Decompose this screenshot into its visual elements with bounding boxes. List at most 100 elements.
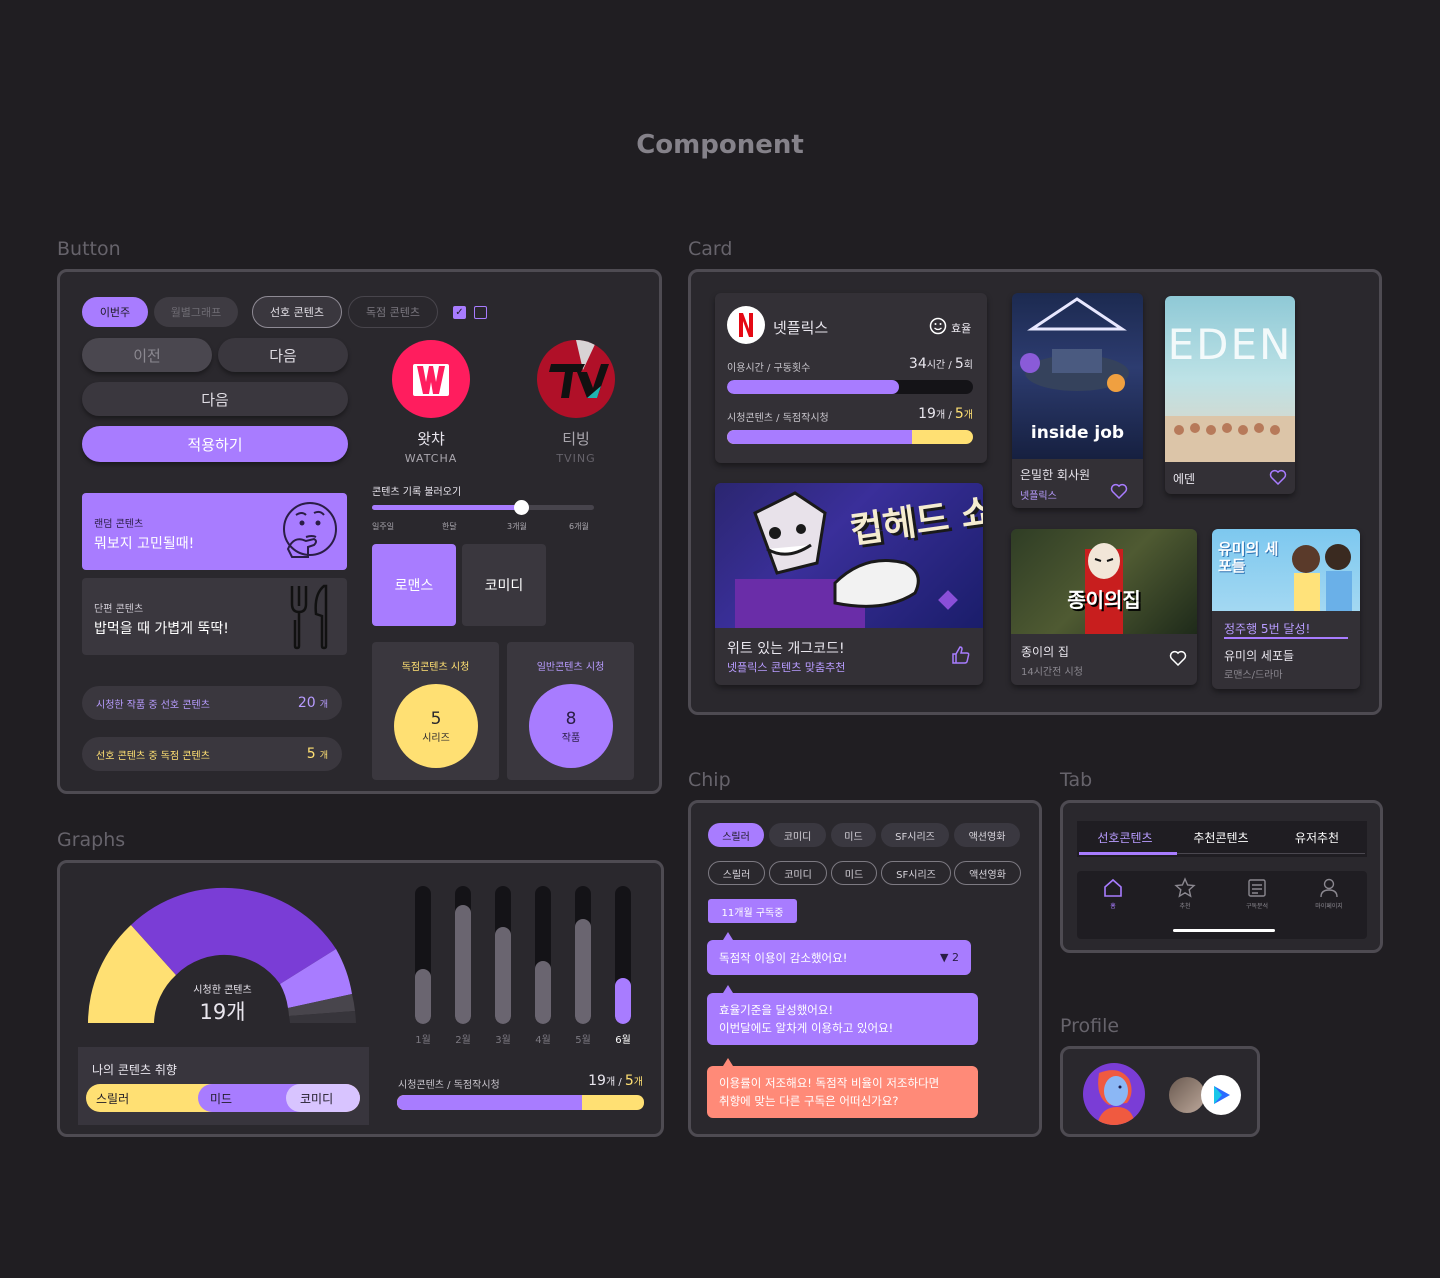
watch-count-unit: 개 / <box>935 410 955 421</box>
tab-user-recommended[interactable]: 유저추천 <box>1269 821 1365 853</box>
chip-action[interactable]: 액션영화 <box>954 823 1020 847</box>
history-slider-track[interactable] <box>372 500 594 515</box>
graph-progress-fill <box>397 1095 583 1110</box>
bar-track <box>535 886 551 1024</box>
bar-track <box>455 886 471 1024</box>
usage-progress <box>727 380 973 394</box>
chip-section-label: Chip <box>688 769 731 791</box>
avatar-illustration[interactable] <box>1083 1063 1145 1125</box>
nav-home[interactable]: 홈 <box>1077 877 1149 921</box>
apply-button[interactable]: 적용하기 <box>82 426 348 462</box>
message-decrease-badge: ▼ 2 <box>940 950 959 964</box>
taste-bar: 스릴러 미드 코미디 <box>86 1084 360 1112</box>
poster-title-inside-job: 은밀한 회사원 <box>1020 468 1091 482</box>
nav-mypage[interactable]: 마이페이지 <box>1293 877 1365 921</box>
bar-label: 5월 <box>575 1035 591 1046</box>
general-watch-circle: 8 작품 <box>529 684 613 768</box>
poster-title-yumi: 유미의 세포들 <box>1224 649 1295 663</box>
tab-recommended[interactable]: 추천콘텐츠 <box>1173 821 1269 853</box>
poster-card-inside-job[interactable]: inside job 은밀한 회사원 넷플릭스 <box>1012 293 1143 508</box>
watch-progress <box>727 430 973 444</box>
watch-value: 19개 / 5개 <box>918 406 973 422</box>
chip-outline-drama[interactable]: 미드 <box>831 861 877 885</box>
history-slider-fill <box>372 505 521 510</box>
nav-recommend-label: 추천 <box>1179 903 1191 910</box>
chip-panel: 스릴러 코미디 미드 SF시리즈 액션영화 스릴러 코미디 미드 SF시리즈 액… <box>688 800 1042 1137</box>
exclusive-watch-unit: 시리즈 <box>422 732 450 744</box>
bar-4월 <box>535 960 551 1024</box>
genre-comedy-button[interactable]: 코미디 <box>462 544 546 626</box>
this-week-pill[interactable]: 이번주 <box>82 297 148 327</box>
bar-label: 6월 <box>615 1035 631 1046</box>
thumbs-up-icon[interactable] <box>951 645 971 665</box>
money-heist-poster-title: 종이의집 <box>1067 588 1141 612</box>
exclusive-watch-box: 독점콘텐츠 시청 5 시리즈 <box>372 642 499 780</box>
bar-label: 4월 <box>535 1035 551 1046</box>
general-watch-unit: 작품 <box>561 732 581 744</box>
taste-box: 나의 콘텐츠 취향 스릴러 미드 코미디 <box>78 1047 369 1125</box>
graph-progress-count-unit: 개 / <box>605 1077 625 1088</box>
next-button-wide[interactable]: 다음 <box>82 382 348 416</box>
poster-card-money-heist[interactable]: 종이의집 종이의 집 14시간전 시청 <box>1011 529 1197 685</box>
message-bubble-low-usage: 이용률이 저조해요! 독점작 비율이 저조하다면 취향에 맞는 다른 구독은 어… <box>707 1058 978 1118</box>
poster-sub-money-heist: 14시간전 시청 <box>1021 667 1083 678</box>
efficiency-badge: 효율 <box>951 322 972 335</box>
nav-analysis-label: 구독분석 <box>1245 903 1269 910</box>
tving-logo-icon[interactable] <box>537 340 615 418</box>
monthly-graph-pill[interactable]: 월별그래프 <box>154 297 238 327</box>
next-button[interactable]: 다음 <box>218 338 348 372</box>
card-panel: 넷플릭스 효율 이용시간 / 구동횟수 34시간 / 5회 시청콘텐츠 / 독점… <box>688 269 1382 715</box>
netflix-stats-card[interactable]: 넷플릭스 효율 이용시간 / 구동횟수 34시간 / 5회 시청콘텐츠 / 독점… <box>715 293 987 463</box>
history-slider-thumb[interactable] <box>513 500 529 515</box>
bar-label: 3월 <box>495 1035 511 1046</box>
slider-tick-3: 3개월 <box>507 522 527 531</box>
chip-drama[interactable]: 미드 <box>831 823 876 847</box>
exclusive-content-pill[interactable]: 독점 콘텐츠 <box>348 296 438 328</box>
recommend-banner-card[interactable]: 컵헤드 쇼! 위트 있는 개그코드! 넷플릭스 콘텐츠 맞춤추천 <box>715 483 983 685</box>
short-title: 밥먹을 때 가볍게 뚝딱! <box>94 621 229 637</box>
nav-home-label: 홈 <box>1110 903 1116 910</box>
smile-icon <box>929 317 947 335</box>
heart-icon[interactable] <box>1269 469 1287 485</box>
bar-3월 <box>495 927 511 1024</box>
short-content-tile[interactable]: 단편 콘텐츠 밥먹을 때 가볍게 뚝딱! <box>82 578 347 655</box>
chip-comedy[interactable]: 코미디 <box>769 823 826 847</box>
usage-label: 이용시간 / 구동횟수 <box>727 363 811 374</box>
preferred-content-pill[interactable]: 선호 콘텐츠 <box>252 296 342 328</box>
report-icon <box>1248 879 1266 897</box>
graph-progress-exclusive: 5 <box>624 1073 634 1089</box>
profile-panel <box>1060 1046 1260 1137</box>
chip-outline-action[interactable]: 액션영화 <box>954 861 1021 885</box>
stat-row-preferred: 시청한 작품 중 선호 콘텐츠 20 개 <box>82 686 342 720</box>
poster-card-eden[interactable]: EDEN 에덴 <box>1165 296 1295 494</box>
netflix-name: 넷플릭스 <box>773 319 829 337</box>
poster-card-yumi[interactable]: 유미의 세포들 정주행 5번 달성! 유미의 세포들 로맨스/드라마 <box>1212 529 1360 689</box>
watcha-logo-icon[interactable] <box>392 340 470 418</box>
eden-poster-title: EDEN <box>1167 320 1293 369</box>
genre-romance-button[interactable]: 로맨스 <box>372 544 456 626</box>
watcha-name: 왓챠 <box>417 430 445 448</box>
usage-progress-fill <box>727 380 900 394</box>
prev-button[interactable]: 이전 <box>82 338 212 372</box>
random-content-tile[interactable]: 랜덤 콘텐츠 뭐보지 고민될때! <box>82 493 347 570</box>
chip-sf[interactable]: SF시리즈 <box>881 823 949 847</box>
heart-icon[interactable] <box>1169 650 1187 666</box>
tab-panel: 선호콘텐츠 추천콘텐츠 유저추천 홈 추천 구독분석 마이페이지 <box>1060 800 1383 953</box>
chip-outline-comedy[interactable]: 코미디 <box>769 861 827 885</box>
chip-outline-thriller[interactable]: 스릴러 <box>708 861 765 885</box>
checkbox-unchecked[interactable] <box>474 306 487 319</box>
nav-recommend[interactable]: 추천 <box>1149 877 1221 921</box>
gauge-value: 19개 <box>199 1000 246 1024</box>
slider-tick-1: 일주일 <box>372 522 395 531</box>
top-tab-bar: 선호콘텐츠 추천콘텐츠 유저추천 <box>1077 821 1367 857</box>
tab-preferred[interactable]: 선호콘텐츠 <box>1077 821 1173 853</box>
play-icon[interactable] <box>1201 1075 1241 1115</box>
checkbox-checked[interactable]: ✓ <box>453 306 466 319</box>
nav-mypage-label: 마이페이지 <box>1315 903 1343 910</box>
nav-analysis[interactable]: 구독분석 <box>1221 877 1293 921</box>
chip-thriller-selected[interactable]: 스릴러 <box>708 823 764 847</box>
inside-job-poster: inside job <box>1012 293 1143 459</box>
button-section-label: Button <box>57 238 121 260</box>
chip-outline-sf[interactable]: SF시리즈 <box>881 861 951 885</box>
heart-icon[interactable] <box>1110 483 1128 499</box>
